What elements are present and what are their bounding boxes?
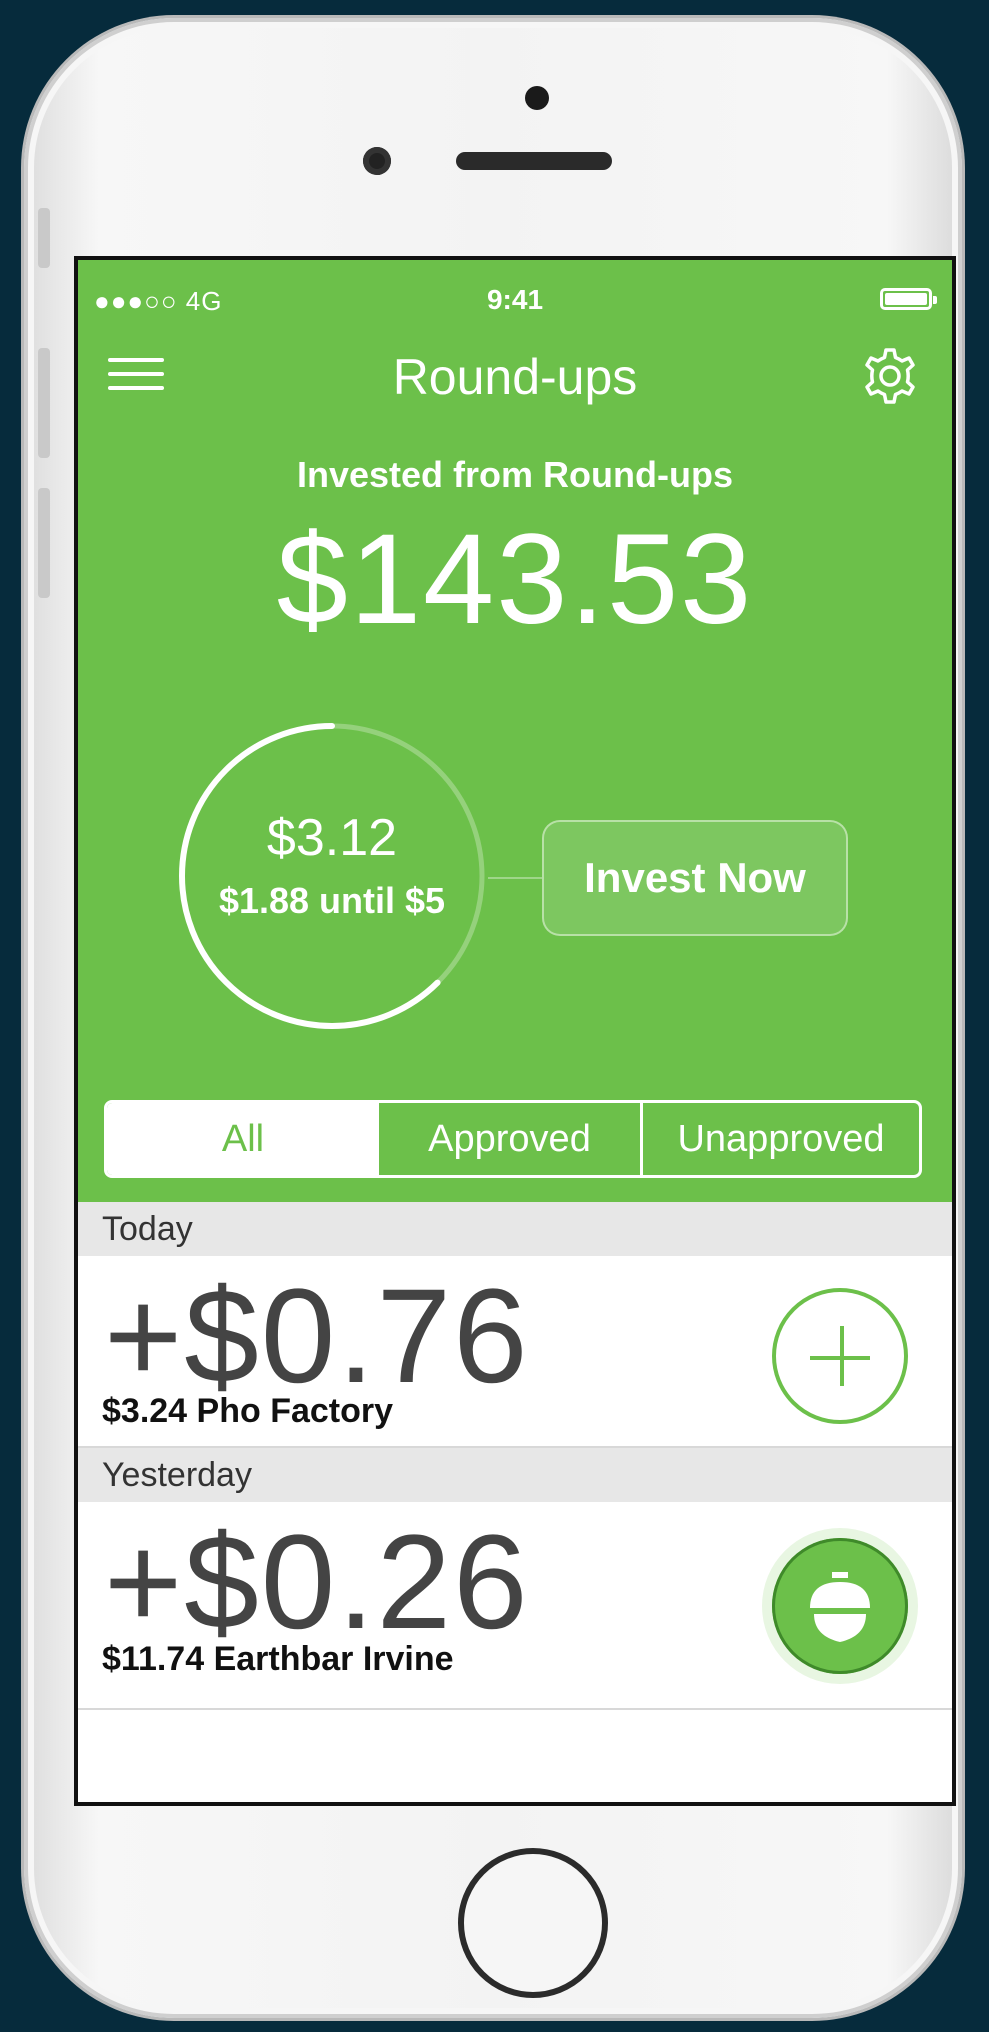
status-bar: ●●●○○ 4G 9:41 — [78, 278, 952, 318]
invested-label: Invested from Round-ups — [296, 454, 733, 495]
pending-roundup-amount: $3.12 — [266, 809, 398, 867]
invest-now-button[interactable]: Invest Now — [542, 820, 848, 936]
acorn-icon — [810, 1572, 870, 1642]
earpiece-speaker — [456, 152, 612, 170]
tab-all[interactable]: All — [107, 1103, 379, 1175]
proximity-sensor — [525, 86, 549, 110]
acorn-approved-button[interactable] — [772, 1538, 908, 1674]
until-threshold-text: $1.88 until $5 — [218, 880, 446, 921]
mute-switch — [38, 208, 50, 268]
status-time: 9:41 — [486, 284, 544, 315]
home-button[interactable] — [458, 1848, 608, 1998]
tab-approved[interactable]: Approved — [379, 1103, 643, 1175]
section-header-today: Today — [78, 1202, 952, 1256]
roundup-amount: +$0.26 — [104, 1508, 530, 1657]
filter-segmented-control: All Approved Unapproved — [104, 1100, 922, 1178]
app-screen: ●●●○○ 4G 9:41 Round-ups Invested from Ro… — [74, 256, 956, 1806]
connector-line — [488, 877, 542, 879]
roundup-amount: +$0.76 — [104, 1262, 530, 1411]
volume-down-button — [38, 488, 50, 598]
list-item[interactable]: +$0.26 $11.74 Earthbar Irvine — [78, 1502, 952, 1710]
header-panel: ●●●○○ 4G 9:41 Round-ups Invested from Ro… — [78, 260, 952, 1202]
roundup-progress-ring — [179, 723, 485, 1029]
list-item-partial[interactable] — [78, 1710, 952, 1802]
add-roundup-button[interactable] — [772, 1288, 908, 1424]
invested-amount: $143.53 — [276, 508, 754, 651]
page-title: Round-ups — [392, 349, 638, 405]
section-header-yesterday: Yesterday — [78, 1448, 952, 1502]
transaction-description: $3.24 Pho Factory — [102, 1392, 394, 1430]
front-camera — [363, 147, 391, 175]
volume-up-button — [38, 348, 50, 458]
tab-unapproved[interactable]: Unapproved — [643, 1103, 919, 1175]
gear-icon[interactable] — [858, 344, 922, 408]
list-item[interactable]: +$0.76 $3.24 Pho Factory — [78, 1256, 952, 1448]
transaction-description: $11.74 Earthbar Irvine — [102, 1640, 454, 1678]
battery-icon — [880, 288, 937, 310]
